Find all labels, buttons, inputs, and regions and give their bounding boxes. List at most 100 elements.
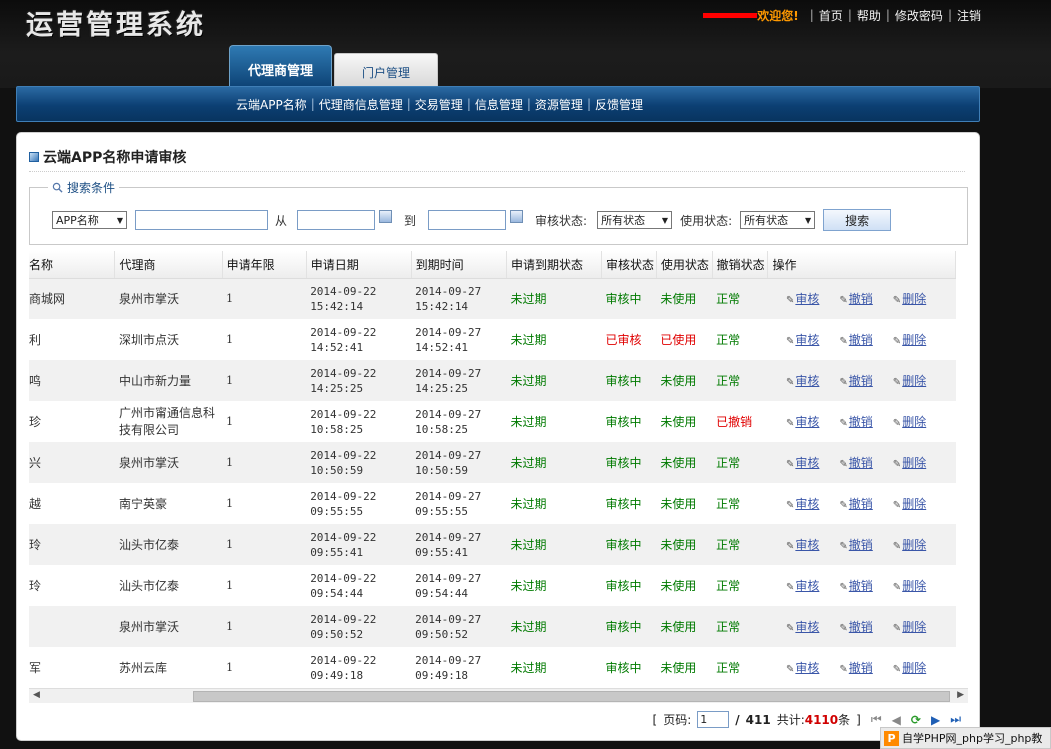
audit-link[interactable]: 审核: [795, 456, 819, 470]
audit-link[interactable]: 审核: [795, 292, 819, 306]
first-page-icon[interactable]: ⏮: [871, 712, 882, 727]
audit-link[interactable]: 审核: [795, 415, 819, 429]
delete-link[interactable]: 删除: [902, 415, 926, 429]
col-header-expire-status[interactable]: 申请到期状态: [506, 251, 602, 279]
username-redacted: [703, 12, 758, 18]
table-row[interactable]: 晖泉州市掌沃12014-09-2209:50:522014-09-2709:50…: [29, 606, 956, 647]
calendar-icon[interactable]: [379, 209, 393, 223]
table-row[interactable]: 妙玲汕头市亿泰12014-09-2209:55:412014-09-2709:5…: [29, 524, 956, 565]
revoke-link[interactable]: 撤销: [849, 456, 873, 470]
change-password-link[interactable]: 修改密码: [895, 7, 943, 24]
col-header-revoke[interactable]: 撤销状态: [712, 251, 769, 279]
delete-link[interactable]: 删除: [902, 579, 926, 593]
audit-link[interactable]: 审核: [795, 374, 819, 388]
col-header-use[interactable]: 使用状态: [656, 251, 713, 279]
expire-time: 09:55:41: [415, 545, 469, 559]
col-header-actions: 操作: [767, 251, 956, 279]
delete-link[interactable]: 删除: [902, 620, 926, 634]
next-page-icon[interactable]: ▶: [931, 713, 940, 727]
revoke-link[interactable]: 撤销: [849, 538, 873, 552]
delete-link[interactable]: 删除: [902, 538, 926, 552]
col-header-audit[interactable]: 审核状态: [601, 251, 657, 279]
table-row[interactable]: 超越南宁英豪12014-09-2209:55:552014-09-2709:55…: [29, 483, 956, 524]
cell-use-status: 未使用: [656, 278, 713, 319]
cell-apply-date: 2014-09-22 09:50:52: [306, 606, 412, 647]
table-row[interactable]: 玉珍广州市甯通信息科技有限公司12014-09-2210:58:252014-0…: [29, 401, 956, 442]
revoke-link[interactable]: 撤销: [849, 415, 873, 429]
start-date-input[interactable]: [297, 210, 376, 230]
col-header-apply-date[interactable]: 申请日期: [306, 251, 412, 279]
keyword-input[interactable]: [135, 210, 268, 230]
audit-link[interactable]: 审核: [795, 538, 819, 552]
pencil-icon: ✎: [785, 541, 795, 552]
use-status-select[interactable]: 所有状态 ▼: [740, 211, 816, 229]
nav-item-transactions[interactable]: 交易管理: [415, 96, 463, 113]
page-title: 云端APP名称申请审核: [43, 150, 187, 166]
audit-link[interactable]: 审核: [795, 620, 819, 634]
prev-page-icon[interactable]: ◀: [892, 713, 901, 727]
col-header-agent[interactable]: 代理商: [114, 251, 223, 279]
tab-agent-management[interactable]: 代理商管理: [229, 45, 332, 86]
cell-expire-date: 2014-09-27 09:55:55: [411, 483, 507, 524]
delete-link[interactable]: 删除: [902, 661, 926, 675]
cell-actions: ✎审核 ✎撤销 ✎删除: [767, 483, 956, 524]
refresh-icon[interactable]: ⟳: [911, 713, 921, 727]
delete-link[interactable]: 删除: [902, 456, 926, 470]
audit-status-select[interactable]: 所有状态 ▼: [597, 211, 673, 229]
revoke-link[interactable]: 撤销: [849, 333, 873, 347]
revoke-link[interactable]: 撤销: [849, 579, 873, 593]
nav-item-agent-info[interactable]: 代理商信息管理: [319, 96, 403, 113]
pencil-icon: ✎: [839, 295, 848, 307]
col-header-years[interactable]: 申请年限: [222, 251, 307, 279]
scroll-left-icon[interactable]: ◀: [33, 690, 40, 700]
pencil-icon: ✎: [785, 295, 795, 307]
end-date-input[interactable]: [428, 210, 507, 230]
home-link[interactable]: 首页: [819, 7, 843, 24]
audit-status-label: 审核状态:: [535, 213, 588, 228]
delete-link[interactable]: 删除: [902, 333, 926, 347]
revoke-link[interactable]: 撤销: [849, 661, 873, 675]
table-row[interactable]: 呼鸣中山市新力量12014-09-2214:25:252014-09-2714:…: [29, 360, 956, 401]
nav-item-info[interactable]: 信息管理: [475, 96, 523, 113]
delete-link[interactable]: 删除: [902, 292, 926, 306]
revoke-link[interactable]: 撤销: [849, 620, 873, 634]
table-row[interactable]: 户商城网泉州市掌沃12014-09-2215:42:142014-09-2715…: [29, 278, 956, 319]
delete-link[interactable]: 删除: [902, 374, 926, 388]
page-number-input[interactable]: 1: [697, 711, 730, 728]
revoke-link[interactable]: 撤销: [849, 292, 873, 306]
table-row[interactable]: 妙玲汕头市亿泰12014-09-2209:54:442014-09-2709:5…: [29, 565, 956, 606]
apply-date: 2014-09-22: [310, 489, 377, 503]
last-page-icon[interactable]: ⏭: [950, 712, 961, 727]
scroll-right-icon[interactable]: ▶: [957, 690, 964, 700]
revoke-link[interactable]: 撤销: [849, 374, 873, 388]
table-row[interactable]: 文兴泉州市掌沃12014-09-2210:50:592014-09-2710:5…: [29, 442, 956, 483]
search-button[interactable]: 搜索: [823, 209, 892, 231]
cell-name: 呼鸣: [29, 360, 115, 401]
horizontal-scrollbar[interactable]: ◀ ▶: [29, 688, 968, 703]
nav-item-resources[interactable]: 资源管理: [535, 96, 583, 113]
tab-portal-management[interactable]: 门户管理: [334, 53, 438, 86]
scroll-thumb[interactable]: [193, 691, 950, 702]
audit-link[interactable]: 审核: [795, 579, 819, 593]
nav-item-app-name[interactable]: 云端APP名称: [236, 96, 307, 113]
audit-link[interactable]: 审核: [795, 333, 819, 347]
table-row[interactable]: 华军苏州云库12014-09-2209:49:182014-09-2709:49…: [29, 647, 956, 688]
col-header-name[interactable]: 户名称: [29, 251, 116, 279]
calendar-icon[interactable]: [510, 209, 524, 223]
pencil-icon: ✎: [785, 664, 795, 675]
table-row[interactable]: 白利深圳市点沃12014-09-2214:52:412014-09-2714:5…: [29, 319, 956, 360]
delete-link[interactable]: 删除: [902, 497, 926, 511]
col-header-expire-time[interactable]: 到期时间: [411, 251, 508, 279]
search-field-select[interactable]: APP名称 ▼: [52, 211, 127, 229]
separator: |: [847, 8, 852, 22]
expire-date: 2014-09-27: [415, 530, 482, 544]
pencil-icon: ✎: [892, 295, 902, 307]
logout-link[interactable]: 注销: [957, 7, 981, 24]
help-link[interactable]: 帮助: [857, 7, 881, 24]
audit-link[interactable]: 审核: [795, 661, 819, 675]
cell-use-status: 未使用: [656, 606, 713, 647]
expire-date: 2014-09-27: [415, 448, 482, 462]
revoke-link[interactable]: 撤销: [849, 497, 873, 511]
nav-item-feedback[interactable]: 反馈管理: [595, 96, 643, 113]
audit-link[interactable]: 审核: [795, 497, 819, 511]
